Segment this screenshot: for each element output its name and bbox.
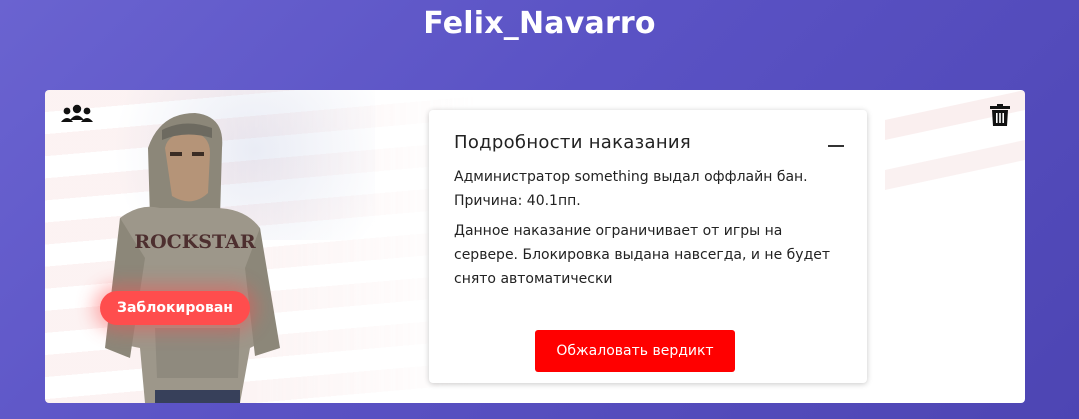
punishment-description: Данное наказание ограничивает от игры на… [454,223,831,287]
flag-fragment [885,90,1025,190]
svg-text:ROCKSTAR: ROCKSTAR [134,231,256,253]
panel-body: Администратор something выдал оффлайн ба… [454,165,844,297]
punishment-details-panel: Подробности наказания Администратор some… [429,110,867,383]
status-badge: Заблокирован [100,291,250,325]
admin-action-text: Администратор something выдал оффлайн ба… [454,169,808,185]
collapse-icon[interactable] [828,145,844,147]
page-title: Felix_Navarro [423,6,656,41]
trash-icon[interactable] [990,104,1010,126]
group-users-icon[interactable] [60,104,94,126]
player-character-image: ROCKSTAR [105,113,280,403]
reason-text: Причина: 40.1пп. [454,193,581,209]
appeal-button[interactable]: Обжаловать вердикт [535,330,735,372]
panel-title: Подробности наказания [454,132,692,153]
player-card: ROCKSTAR Заблокирован Подробности наказа… [45,90,1025,403]
